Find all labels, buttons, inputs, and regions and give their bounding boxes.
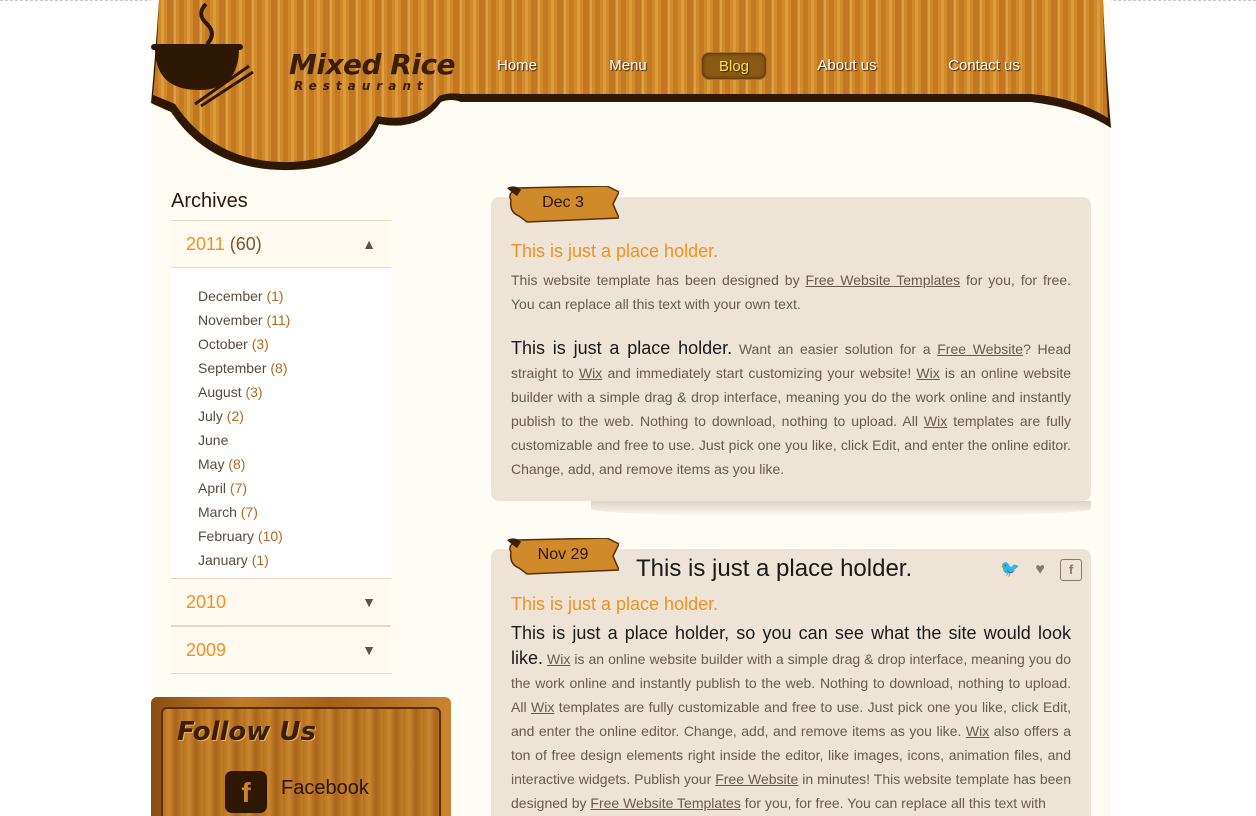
month-name: August — [198, 384, 242, 400]
blog-post: Dec 3 This is just a place holder. This … — [491, 186, 1091, 501]
month-name: December — [198, 288, 263, 304]
month-name: July — [198, 408, 223, 424]
nav-blog[interactable]: Blog — [701, 52, 767, 80]
month-link[interactable]: July (2) — [198, 404, 391, 428]
month-name: October — [198, 336, 248, 352]
site-header: Mixed Rice Restaurant Home Menu Blog Abo… — [151, 0, 1111, 180]
follow-us-title: Follow Us — [177, 717, 316, 747]
month-name: March — [198, 504, 237, 520]
month-link[interactable]: May (8) — [198, 452, 391, 476]
month-link[interactable]: August (3) — [198, 380, 391, 404]
facebook-link[interactable]: Facebook — [281, 777, 369, 800]
month-link[interactable]: March (7) — [198, 500, 391, 524]
post-paragraph: This website template has been designed … — [511, 272, 1071, 312]
date-tag: Nov 29 — [507, 538, 619, 576]
month-count: (8) — [270, 360, 288, 376]
month-list: December (1) November (11) October (3) S… — [171, 268, 391, 578]
post-paragraph: This is just a place holder. Want an eas… — [511, 338, 1072, 477]
nav-menu[interactable]: Menu — [603, 52, 653, 80]
month-link[interactable]: November (11) — [198, 308, 391, 332]
month-name: January — [198, 552, 248, 568]
wix-link[interactable]: Wix — [966, 723, 989, 739]
month-name: April — [198, 480, 227, 496]
month-count: (7) — [240, 504, 258, 520]
year-2011-toggle[interactable]: 2011 (60) ▲ — [171, 220, 391, 268]
month-count: (3) — [251, 336, 269, 352]
year-2009-toggle[interactable]: 2009 ▼ — [171, 626, 391, 674]
month-count: (8) — [228, 456, 246, 472]
month-link[interactable]: January (1) — [198, 548, 391, 572]
nav-about-us[interactable]: About us — [813, 52, 881, 80]
post-date: Nov 29 — [537, 546, 589, 563]
heart-icon[interactable]: ♥ — [1029, 559, 1051, 581]
free-website-templates-link[interactable]: Free Website Templates — [590, 795, 740, 811]
arrow-down-icon: ▼ — [362, 642, 376, 658]
wix-link[interactable]: Wix — [916, 365, 939, 381]
wix-link[interactable]: Wix — [547, 651, 570, 667]
facebook-icon[interactable]: f — [1060, 559, 1082, 581]
date-tag: Dec 3 — [507, 186, 619, 224]
month-link[interactable]: February (10) — [198, 524, 391, 548]
main-nav: Home Menu Blog About us Contact us — [151, 52, 1111, 82]
nav-home[interactable]: Home — [491, 52, 543, 80]
month-link[interactable]: October (3) — [198, 332, 391, 356]
month-count: (1) — [266, 288, 284, 304]
year-count: (60) — [229, 234, 262, 254]
free-website-link[interactable]: Free Website — [937, 341, 1023, 357]
free-website-templates-link[interactable]: Free Website Templates — [806, 272, 961, 288]
year-label: 2009 — [186, 640, 227, 660]
month-link[interactable]: September (8) — [198, 356, 391, 380]
post-paragraph: This is just a place holder, so you can … — [511, 623, 1072, 811]
twitter-icon[interactable]: 🐦 — [999, 559, 1021, 581]
blog-post: Nov 29 This is just a place holder. 🐦 ♥ … — [491, 538, 1091, 816]
follow-us-panel: Follow Us f Facebook — [151, 697, 451, 816]
facebook-icon[interactable]: f — [225, 771, 267, 813]
month-count: (10) — [257, 528, 283, 544]
arrow-down-icon: ▼ — [362, 594, 376, 610]
month-name: September — [198, 360, 267, 376]
page-container: Mixed Rice Restaurant Home Menu Blog Abo… — [151, 0, 1111, 816]
year-2010-toggle[interactable]: 2010 ▼ — [171, 578, 391, 626]
sidebar: Archives 2011 (60) ▲ December (1) Novemb… — [171, 190, 391, 674]
month-link[interactable]: June — [198, 428, 391, 452]
month-count: (7) — [229, 480, 248, 496]
month-link[interactable]: April (7) — [198, 476, 391, 500]
month-name: November — [198, 312, 263, 328]
post-shadow — [591, 501, 1091, 517]
free-website-link[interactable]: Free Website — [715, 771, 798, 787]
month-count: (2) — [226, 408, 244, 424]
wix-link[interactable]: Wix — [924, 413, 947, 429]
year-label: 2011 — [186, 234, 225, 254]
post-title[interactable]: This is just a place holder. — [636, 555, 912, 583]
nav-contact-us[interactable]: Contact us — [943, 52, 1025, 80]
month-count: (3) — [245, 384, 263, 400]
wix-link[interactable]: Wix — [579, 365, 602, 381]
archives-title: Archives — [171, 190, 248, 212]
wix-link[interactable]: Wix — [531, 699, 554, 715]
month-name: June — [198, 432, 229, 448]
month-count: (1) — [251, 552, 269, 568]
post-date: Dec 3 — [542, 194, 584, 211]
month-count: (11) — [266, 312, 291, 328]
year-label: 2010 — [186, 592, 227, 612]
month-link[interactable]: December (1) — [198, 284, 391, 308]
month-name: May — [198, 456, 225, 472]
month-name: February — [198, 528, 255, 544]
arrow-up-icon: ▲ — [362, 236, 376, 252]
